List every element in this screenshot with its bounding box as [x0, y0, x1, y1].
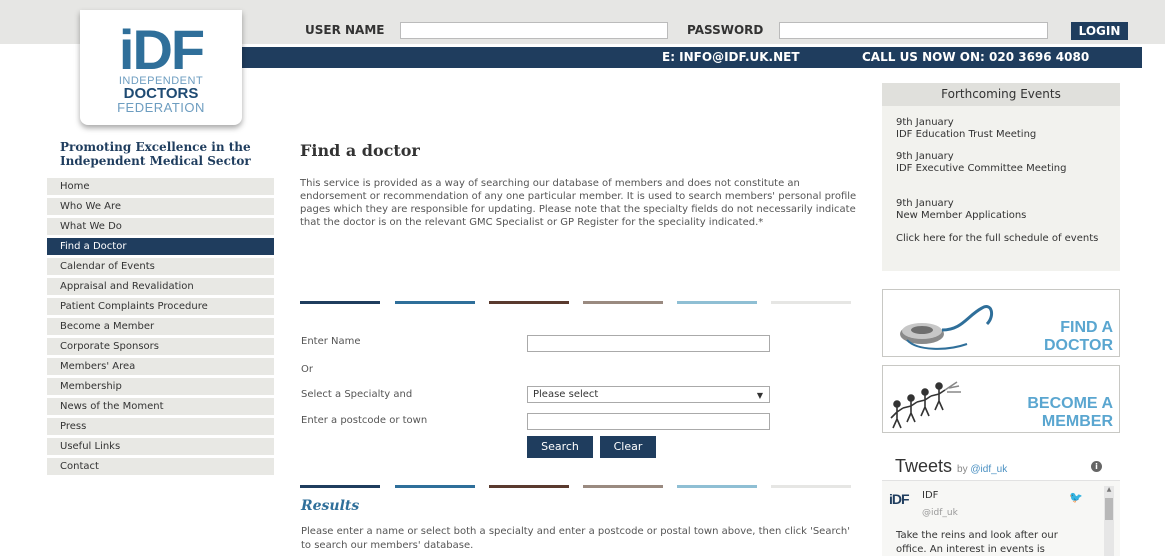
- nav-item-appraisal-revalidation[interactable]: Appraisal and Revalidation: [47, 278, 274, 295]
- divider-stripe: [489, 301, 569, 304]
- page-title: Find a doctor: [300, 141, 420, 160]
- event-title: IDF Education Trust Meeting: [896, 129, 1037, 140]
- nav-item-find-a-doctor[interactable]: Find a Doctor: [47, 238, 274, 255]
- nav-item-press[interactable]: Press: [47, 418, 274, 435]
- divider-stripe: [771, 485, 851, 488]
- nav-item-members-area[interactable]: Members' Area: [47, 358, 274, 375]
- tweet-avatar[interactable]: iDF: [889, 491, 917, 511]
- clear-button[interactable]: Clear: [600, 436, 656, 458]
- divider-stripe: [300, 485, 380, 488]
- nav-item-calendar-of-events[interactable]: Calendar of Events: [47, 258, 274, 275]
- site-tagline: Promoting Excellence in the Independent …: [60, 140, 251, 168]
- tweets-heading: Tweets by @idf_uk: [895, 456, 1007, 477]
- contact-bar: E: INFO@IDF.UK.NET CALL US NOW ON: 020 3…: [240, 47, 1142, 68]
- find-a-doctor-text: FIND A DOCTOR: [1044, 319, 1113, 355]
- divider-stripe: [583, 301, 663, 304]
- event-item[interactable]: 9th January IDF Executive Committee Meet…: [896, 151, 1111, 175]
- tweets-title: Tweets: [895, 456, 953, 476]
- nav-item-home[interactable]: Home: [47, 178, 274, 195]
- twitter-bird-icon: 🐦: [1069, 491, 1083, 504]
- events-panel: Forthcoming Events 9th January IDF Educa…: [882, 83, 1120, 271]
- name-input[interactable]: [527, 335, 770, 352]
- become-a-member-banner[interactable]: BECOME A MEMBER: [882, 365, 1120, 433]
- tweet-feed: iDF IDF @idf_uk 🐦 Take the reins and loo…: [882, 480, 1120, 556]
- login-button[interactable]: LOGIN: [1071, 22, 1128, 40]
- divider-stripe: [771, 301, 851, 304]
- info-icon[interactable]: i: [1091, 461, 1102, 472]
- tweets-handle-link[interactable]: @idf_uk: [970, 464, 1007, 475]
- divider-stripes-top: [300, 301, 856, 304]
- username-input[interactable]: [400, 22, 668, 39]
- nav-item-corporate-sponsors[interactable]: Corporate Sponsors: [47, 338, 274, 355]
- nav-item-useful-links[interactable]: Useful Links: [47, 438, 274, 455]
- search-button[interactable]: Search: [527, 436, 593, 458]
- nav-item-news[interactable]: News of the Moment: [47, 398, 274, 415]
- banner-line: FIND A: [1060, 319, 1113, 336]
- become-a-member-text: BECOME A MEMBER: [1027, 395, 1113, 431]
- nav-item-contact[interactable]: Contact: [47, 458, 274, 475]
- specialty-selected-value: Please select: [533, 389, 599, 400]
- tweet-author-handle[interactable]: @idf_uk: [922, 508, 958, 518]
- tweets-by: by @idf_uk: [957, 464, 1007, 475]
- postcode-label: Enter a postcode or town: [301, 415, 428, 426]
- people-chain-icon: [890, 381, 961, 429]
- tweet-scrollbar[interactable]: ▲: [1104, 486, 1114, 556]
- specialty-select[interactable]: Please select ▼: [527, 386, 770, 403]
- event-title: New Member Applications: [896, 210, 1027, 221]
- username-label: USER NAME: [305, 23, 385, 37]
- contact-email[interactable]: E: INFO@IDF.UK.NET: [662, 50, 800, 64]
- tweet-text: Take the reins and look after our office…: [896, 530, 1058, 555]
- nav-item-become-a-member[interactable]: Become a Member: [47, 318, 274, 335]
- banner-line: MEMBER: [1041, 413, 1113, 430]
- scroll-thumb[interactable]: [1105, 498, 1113, 520]
- nav-item-membership[interactable]: Membership: [47, 378, 274, 395]
- divider-stripe: [300, 301, 380, 304]
- event-date: 9th January: [896, 198, 954, 209]
- specialty-label: Select a Specialty and: [301, 389, 413, 400]
- tweets-by-text: by: [957, 464, 968, 475]
- nav-item-what-we-do[interactable]: What We Do: [47, 218, 274, 235]
- password-label: PASSWORD: [687, 23, 764, 37]
- scroll-up-icon[interactable]: ▲: [1104, 486, 1114, 494]
- dropdown-arrow-icon: ▼: [756, 391, 763, 400]
- sidebar-nav: Home Who We Are What We Do Find a Doctor…: [47, 178, 274, 478]
- postcode-input[interactable]: [527, 413, 770, 430]
- tweet-author-name[interactable]: IDF: [922, 490, 938, 501]
- nav-item-who-we-are[interactable]: Who We Are: [47, 198, 274, 215]
- divider-stripe: [395, 485, 475, 488]
- divider-stripe: [583, 485, 663, 488]
- name-label: Enter Name: [301, 336, 361, 347]
- or-label: Or: [301, 364, 313, 375]
- event-title: IDF Executive Committee Meeting: [896, 163, 1067, 174]
- event-item[interactable]: 9th January IDF Education Trust Meeting: [896, 117, 1111, 141]
- divider-stripe: [489, 485, 569, 488]
- password-input[interactable]: [779, 22, 1048, 39]
- logo-mark: iDF: [118, 18, 205, 81]
- divider-stripe: [677, 485, 757, 488]
- find-a-doctor-banner[interactable]: FIND A DOCTOR: [882, 289, 1120, 357]
- divider-stripes-bottom: [300, 485, 856, 488]
- intro-text: This service is provided as a way of sea…: [300, 178, 857, 228]
- divider-stripe: [395, 301, 475, 304]
- event-date: 9th January: [896, 117, 954, 128]
- logo-line-federation: FEDERATION: [117, 100, 205, 115]
- contact-phone: CALL US NOW ON: 020 3696 4080: [862, 50, 1090, 64]
- event-item[interactable]: 9th January New Member Applications: [896, 198, 1111, 222]
- results-text: Please enter a name or select both a spe…: [301, 526, 850, 551]
- events-heading: Forthcoming Events: [882, 83, 1120, 106]
- divider-stripe: [677, 301, 757, 304]
- site-logo[interactable]: iDF INDEPENDENT DOCTORS FEDERATION: [80, 10, 242, 125]
- event-date: 9th January: [896, 151, 954, 162]
- stethoscope-icon: [900, 305, 994, 350]
- events-schedule-link[interactable]: Click here for the full schedule of even…: [896, 233, 1111, 245]
- logo-line-doctors: DOCTORS: [123, 85, 199, 102]
- banner-line: DOCTOR: [1043, 337, 1113, 354]
- nav-item-patient-complaints[interactable]: Patient Complaints Procedure: [47, 298, 274, 315]
- banner-line: BECOME A: [1027, 395, 1113, 412]
- results-heading: Results: [301, 498, 360, 514]
